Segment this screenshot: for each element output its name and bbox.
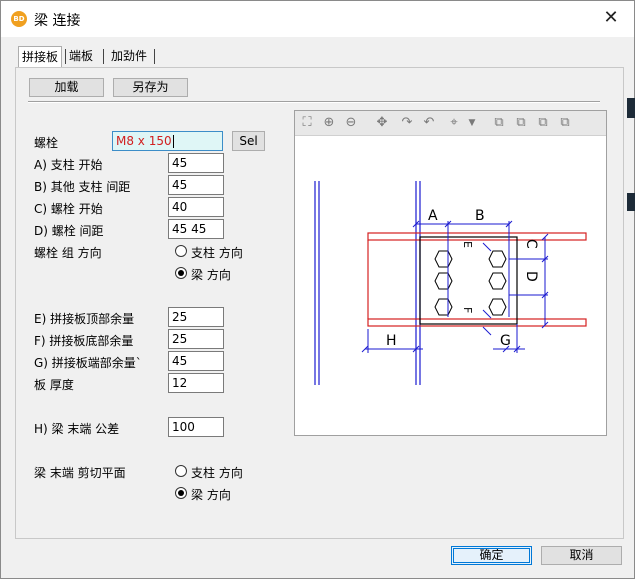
b-input[interactable]: 45: [168, 175, 224, 195]
f-input[interactable]: 25: [168, 329, 224, 349]
close-icon[interactable]: ✕: [602, 9, 620, 27]
dim-label-g: G: [500, 333, 511, 349]
dim-label-d: D: [523, 271, 539, 282]
preview-toolbar: ⛶ ⊕ ⊖ ✥ ↷ ↶ ⌖ ▼ ⧉ ⧉ ⧉ ⧉: [295, 111, 606, 136]
a-label: A) 支柱 开始: [34, 158, 103, 172]
g-label: G) 拼接板端部余量`: [34, 356, 142, 370]
rotate-right-icon[interactable]: ↷: [398, 114, 416, 132]
bolt: [434, 298, 453, 316]
chevron-down-icon[interactable]: ▼: [463, 114, 481, 132]
beam-bottom-flange: [367, 318, 587, 327]
group-dir-column-radio[interactable]: [175, 245, 187, 257]
cut-plane-label: 梁 末端 剪切平面: [34, 466, 126, 480]
bolt: [488, 298, 507, 316]
cut-column-radio[interactable]: [175, 465, 187, 477]
b-label: B) 其他 支柱 间距: [34, 180, 131, 194]
cut-beam-label[interactable]: 梁 方向: [191, 486, 231, 503]
divider: [28, 101, 600, 103]
view-top-icon[interactable]: ⧉: [534, 114, 552, 132]
e-input[interactable]: 25: [168, 307, 224, 327]
bolt-input[interactable]: M8 x 150: [112, 131, 223, 151]
zoom-out-icon[interactable]: ⊖: [342, 114, 360, 132]
save-as-button[interactable]: 另存为: [113, 78, 188, 97]
bolt-group: [434, 250, 507, 316]
h-label: H) 梁 末端 公差: [34, 422, 120, 436]
f-label: F) 拼接板底部余量: [34, 334, 134, 348]
bolt-value: M8 x 150: [116, 134, 172, 148]
tab-splice-plate[interactable]: 拼接板: [18, 46, 63, 69]
tab-end-plate[interactable]: 端板: [66, 46, 96, 67]
window-title: 梁 连接: [34, 13, 81, 29]
text-caret: [172, 135, 174, 148]
bolt: [434, 250, 453, 268]
background-window-strip: [627, 98, 635, 118]
view-options-icon[interactable]: ⌖: [445, 114, 463, 132]
tab-stiffener[interactable]: 加劲件: [108, 46, 150, 67]
rotate-left-icon[interactable]: ↶: [420, 114, 438, 132]
load-button[interactable]: 加载: [29, 78, 104, 97]
connection-preview[interactable]: ⛶ ⊕ ⊖ ✥ ↷ ↶ ⌖ ▼ ⧉ ⧉ ⧉ ⧉ A B H G C D E F: [294, 110, 607, 436]
thickness-label: 板 厚度: [34, 378, 74, 392]
h-input[interactable]: 100: [168, 417, 224, 437]
ok-label: 确定: [479, 548, 504, 562]
dim-label-b: B: [475, 208, 485, 224]
d-input[interactable]: 45 45: [168, 219, 224, 239]
background-window-strip: [627, 193, 635, 211]
bolt: [434, 272, 453, 290]
view-iso-icon[interactable]: ⧉: [556, 114, 574, 132]
dim-label-f: F: [461, 307, 474, 313]
d-label: D) 螺栓 间距: [34, 224, 104, 238]
tab-separator: [154, 49, 155, 64]
ok-button[interactable]: 确定: [451, 546, 532, 565]
dim-label-e: E: [461, 241, 474, 248]
group-dir-beam-radio[interactable]: [175, 267, 187, 279]
pan-icon[interactable]: ✥: [373, 114, 391, 132]
title-bar: BD 梁 连接 ✕: [1, 1, 634, 37]
zoom-extents-icon[interactable]: ⛶: [298, 114, 316, 132]
cancel-button[interactable]: 取消: [541, 546, 622, 565]
view-side-icon[interactable]: ⧉: [512, 114, 530, 132]
view-front-icon[interactable]: ⧉: [490, 114, 508, 132]
bolt-label: 螺栓: [34, 136, 59, 150]
thickness-input[interactable]: 12: [168, 373, 224, 393]
tab-separator: [103, 49, 104, 64]
cut-beam-radio[interactable]: [175, 487, 187, 499]
dim-label-c: C: [523, 239, 539, 249]
group-dir-column-label[interactable]: 支柱 方向: [191, 244, 243, 261]
group-dir-beam-label[interactable]: 梁 方向: [191, 266, 231, 283]
cut-column-label[interactable]: 支柱 方向: [191, 464, 243, 481]
dialog-window: BD 梁 连接 ✕ 拼接板 端板 加劲件 加载 另存为 螺栓 M8 x 150 …: [0, 0, 635, 579]
group-direction-label: 螺栓 组 方向: [34, 246, 102, 260]
dim-label-a: A: [428, 208, 438, 224]
e-label: E) 拼接板顶部余量: [34, 312, 135, 326]
bolt: [488, 250, 507, 268]
c-input[interactable]: 40: [168, 197, 224, 217]
dim-label-h: H: [386, 333, 397, 349]
bolt: [488, 272, 507, 290]
zoom-in-icon[interactable]: ⊕: [320, 114, 338, 132]
c-label: C) 螺栓 开始: [34, 202, 103, 216]
app-icon: BD: [11, 11, 27, 27]
g-input[interactable]: 45: [168, 351, 224, 371]
a-input[interactable]: 45: [168, 153, 224, 173]
connection-drawing: A B H G C D E F: [314, 181, 587, 385]
sel-button[interactable]: Sel: [232, 131, 265, 151]
